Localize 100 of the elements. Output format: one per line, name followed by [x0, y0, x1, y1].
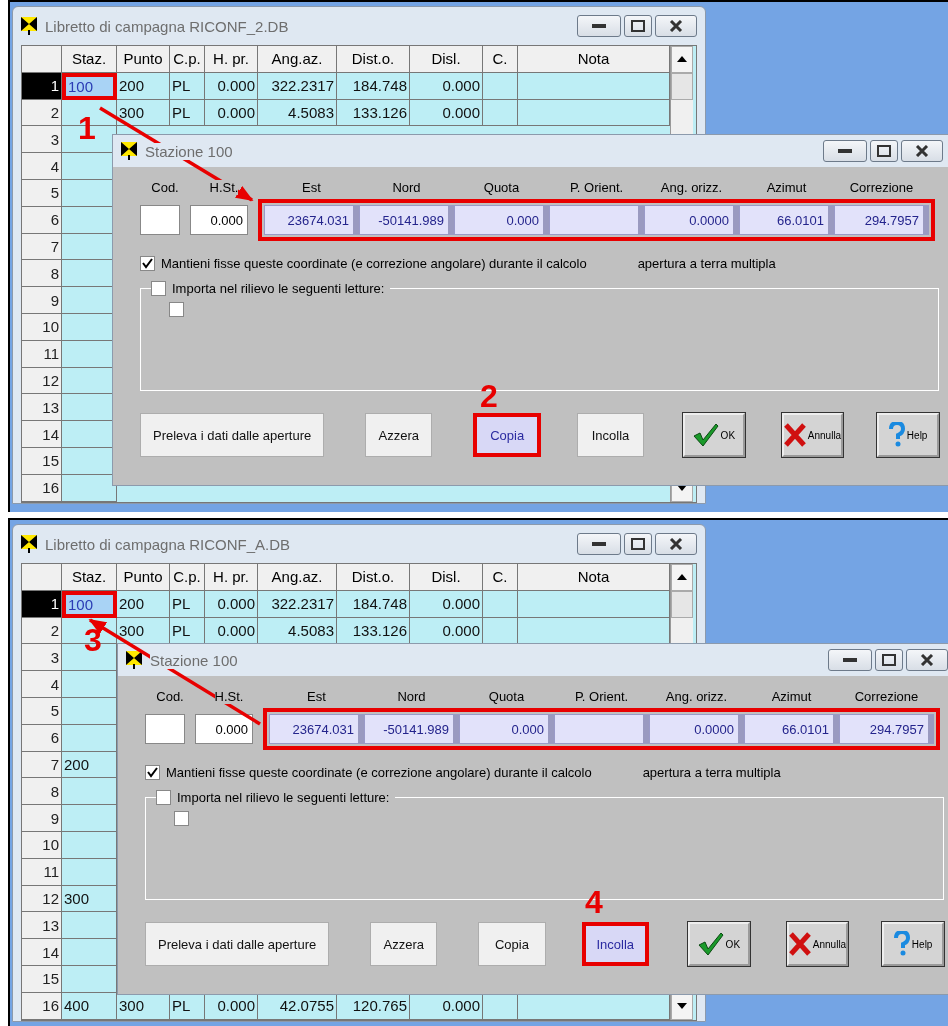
dialog-button[interactable]: Help [877, 413, 939, 457]
minimize-button[interactable] [828, 649, 872, 671]
scrollbar-thumb[interactable] [671, 590, 693, 618]
row-number[interactable]: 15 [22, 447, 62, 475]
close-button[interactable] [901, 140, 943, 162]
minimize-button[interactable] [577, 15, 621, 37]
close-button[interactable] [655, 15, 697, 37]
input-field[interactable]: 66.0101 [744, 714, 839, 744]
maximize-button[interactable] [875, 649, 903, 671]
checkbox[interactable] [169, 302, 184, 317]
dialog-button[interactable]: Help [882, 922, 944, 966]
column-header[interactable]: Dist.o. [337, 564, 410, 591]
dialog-button[interactable]: Azzera [370, 922, 438, 966]
column-header[interactable]: Punto [117, 564, 170, 591]
input-field[interactable]: 0.000 [454, 205, 549, 235]
column-header[interactable]: H. pr. [205, 564, 258, 591]
checkbox[interactable] [156, 790, 171, 805]
checkbox[interactable] [140, 255, 155, 271]
column-header[interactable]: Disl. [410, 46, 483, 73]
row-number[interactable]: 6 [22, 206, 62, 234]
input-field[interactable]: 0.000 [459, 714, 554, 744]
column-header[interactable]: Disl. [410, 564, 483, 591]
row-number[interactable]: 8 [22, 778, 62, 806]
maximize-button[interactable] [870, 140, 898, 162]
input-field[interactable]: 66.0101 [739, 205, 834, 235]
row-number[interactable]: 9 [22, 805, 62, 832]
column-header[interactable]: Nota [518, 46, 670, 73]
row-number[interactable]: 1 [22, 590, 62, 618]
row-number[interactable]: 7 [22, 233, 62, 261]
row-number[interactable]: 9 [22, 287, 62, 314]
input-field[interactable] [140, 205, 180, 235]
row-number[interactable]: 8 [22, 260, 62, 288]
row-number[interactable]: 3 [22, 644, 62, 672]
column-header[interactable]: C. [483, 564, 518, 591]
input-field[interactable] [554, 714, 649, 744]
dialog-button[interactable]: Annulla [781, 413, 844, 457]
scroll-up-button[interactable] [671, 46, 693, 73]
input-field[interactable]: 294.7957 [834, 205, 929, 235]
row-number[interactable]: 5 [22, 180, 62, 207]
dialog-button[interactable]: Copia [478, 922, 546, 966]
row-number[interactable]: 13 [22, 912, 62, 940]
row-number[interactable]: 10 [22, 831, 62, 859]
input-field[interactable]: -50141.989 [359, 205, 454, 235]
input-field[interactable]: 0.0000 [644, 205, 739, 235]
row-number[interactable]: 10 [22, 313, 62, 341]
dialog-button[interactable]: Incolla [576, 413, 644, 457]
input-field[interactable]: 23674.031 [264, 205, 359, 235]
column-header[interactable]: Punto [117, 46, 170, 73]
row-number[interactable]: 2 [22, 617, 62, 645]
dialog-button[interactable]: Copia [473, 413, 541, 457]
column-header[interactable]: H. pr. [205, 46, 258, 73]
input-field[interactable] [549, 205, 644, 235]
column-header[interactable]: Ang.az. [258, 564, 337, 591]
row-number[interactable]: 12 [22, 885, 62, 913]
column-header[interactable]: C. [483, 46, 518, 73]
row-number[interactable]: 4 [22, 671, 62, 698]
minimize-button[interactable] [577, 533, 621, 555]
row-number[interactable]: 12 [22, 367, 62, 395]
row-number[interactable]: 5 [22, 698, 62, 725]
column-header[interactable]: Nota [518, 564, 670, 591]
input-field[interactable] [145, 714, 185, 744]
scroll-up-button[interactable] [671, 564, 693, 591]
column-header[interactable]: C.p. [170, 564, 205, 591]
column-header[interactable]: Ang.az. [258, 46, 337, 73]
scrollbar-thumb[interactable] [671, 72, 693, 100]
column-header[interactable]: Staz. [62, 46, 117, 73]
column-header[interactable]: C.p. [170, 46, 205, 73]
close-button[interactable] [655, 533, 697, 555]
maximize-button[interactable] [624, 15, 652, 37]
column-header[interactable]: Dist.o. [337, 46, 410, 73]
row-number[interactable]: 2 [22, 99, 62, 127]
dialog-button[interactable]: Azzera [365, 413, 433, 457]
dialog-button[interactable]: OK [688, 922, 750, 966]
row-number[interactable]: 6 [22, 724, 62, 752]
row-number[interactable]: 16 [22, 992, 62, 1020]
column-header[interactable]: Staz. [62, 564, 117, 591]
dialog-button[interactable]: Incolla [581, 922, 649, 966]
row-number[interactable]: 15 [22, 965, 62, 993]
checkbox[interactable] [151, 281, 166, 296]
row-number[interactable]: 1 [22, 72, 62, 100]
row-number[interactable]: 7 [22, 751, 62, 779]
input-field[interactable]: 294.7957 [839, 714, 934, 744]
dialog-button[interactable]: Preleva i dati dalle aperture [140, 413, 325, 457]
input-field[interactable]: 0.000 [195, 714, 253, 744]
row-number[interactable]: 16 [22, 474, 62, 502]
row-number[interactable]: 3 [22, 126, 62, 154]
maximize-button[interactable] [624, 533, 652, 555]
dialog-button[interactable]: OK [683, 413, 745, 457]
checkbox[interactable] [145, 764, 160, 780]
input-field[interactable]: -50141.989 [364, 714, 459, 744]
row-number[interactable]: 11 [22, 858, 62, 886]
close-button[interactable] [906, 649, 948, 671]
dialog-button[interactable]: Annulla [786, 922, 849, 966]
dialog-button[interactable]: Preleva i dati dalle aperture [145, 922, 330, 966]
minimize-button[interactable] [823, 140, 867, 162]
row-number[interactable]: 13 [22, 394, 62, 422]
checkbox[interactable] [174, 811, 189, 826]
row-number[interactable]: 14 [22, 421, 62, 448]
row-number[interactable]: 11 [22, 340, 62, 368]
row-number[interactable]: 14 [22, 939, 62, 966]
